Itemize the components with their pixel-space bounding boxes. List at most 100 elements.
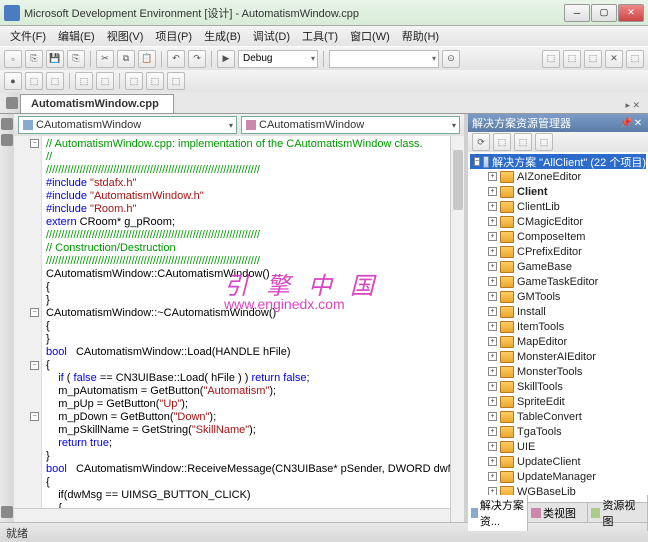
expand-icon[interactable]: + (488, 352, 497, 361)
expand-icon[interactable]: + (488, 307, 497, 316)
panel-tab-class[interactable]: 类视图 (528, 503, 588, 523)
tool-e[interactable]: ⬚ (626, 50, 644, 68)
project-node[interactable]: +MonsterTools (470, 364, 646, 379)
play-button[interactable]: ▶ (217, 50, 235, 68)
expand-icon[interactable]: + (488, 172, 497, 181)
t2-b[interactable]: ⬚ (46, 72, 64, 90)
project-node[interactable]: +UIE (470, 439, 646, 454)
bp-button[interactable]: ● (4, 72, 22, 90)
copy-button[interactable]: ⧉ (117, 50, 135, 68)
expand-icon[interactable]: + (488, 337, 497, 346)
project-node[interactable]: +GameBase (470, 259, 646, 274)
expand-icon[interactable]: + (488, 412, 497, 421)
solution-root[interactable]: −解决方案 "AllClient" (22 个项目) (470, 154, 646, 169)
project-node[interactable]: +CMagicEditor (470, 214, 646, 229)
code-editor[interactable]: − − − − // AutomatismWindow.cpp: impleme… (14, 136, 464, 522)
t2-f[interactable]: ⬚ (146, 72, 164, 90)
minimize-button[interactable]: ─ (564, 4, 590, 22)
expand-icon[interactable]: + (488, 472, 497, 481)
save-button[interactable]: 💾 (46, 50, 64, 68)
horizontal-scrollbar[interactable] (14, 508, 450, 522)
project-node[interactable]: +TableConvert (470, 409, 646, 424)
expand-icon[interactable]: + (488, 277, 497, 286)
tool-c[interactable]: ⬚ (584, 50, 602, 68)
t2-a[interactable]: ⬚ (25, 72, 43, 90)
tab-list-icon[interactable] (6, 97, 18, 109)
project-node[interactable]: +UpdateManager (470, 469, 646, 484)
tool-b[interactable]: ⬚ (563, 50, 581, 68)
maximize-button[interactable]: ▢ (591, 4, 617, 22)
menu-item[interactable]: 调试(D) (247, 26, 296, 46)
fold-icon[interactable]: − (30, 308, 39, 317)
props-button[interactable]: ⬚ (514, 133, 532, 151)
menu-item[interactable]: 生成(B) (198, 26, 247, 46)
fold-icon[interactable]: − (30, 412, 39, 421)
menu-item[interactable]: 帮助(H) (396, 26, 445, 46)
refresh-button[interactable]: ⟳ (472, 133, 490, 151)
tool-a[interactable]: ⬚ (542, 50, 560, 68)
expand-icon[interactable]: + (488, 457, 497, 466)
panel-tab-resource[interactable]: 资源视图 (588, 495, 648, 531)
project-node[interactable]: +SkillTools (470, 379, 646, 394)
project-node[interactable]: +ItemTools (470, 319, 646, 334)
class-combo[interactable]: CAutomatismWindow (18, 116, 237, 134)
expand-icon[interactable]: + (488, 262, 497, 271)
redo-button[interactable]: ↷ (188, 50, 206, 68)
undo-button[interactable]: ↶ (167, 50, 185, 68)
menu-item[interactable]: 项目(P) (149, 26, 198, 46)
solution-tree[interactable]: −解决方案 "AllClient" (22 个项目)+AIZoneEditor+… (468, 152, 648, 502)
expand-icon[interactable]: + (488, 442, 497, 451)
tabs-overflow-icon[interactable]: ▸ ✕ (621, 98, 644, 113)
expand-icon[interactable]: + (488, 292, 497, 301)
find-button[interactable]: ⊙ (442, 50, 460, 68)
project-node[interactable]: +AIZoneEditor (470, 169, 646, 184)
project-node[interactable]: +UpdateClient (470, 454, 646, 469)
project-node[interactable]: +ComposeItem (470, 229, 646, 244)
paste-button[interactable]: 📋 (138, 50, 156, 68)
server-icon[interactable] (1, 134, 13, 146)
scroll-thumb[interactable] (453, 150, 463, 210)
panel-pin-icon[interactable]: 📌 (620, 118, 632, 129)
tool-d[interactable]: ✕ (605, 50, 623, 68)
t2-e[interactable]: ⬚ (125, 72, 143, 90)
expand-icon[interactable]: + (488, 382, 497, 391)
menu-item[interactable]: 视图(V) (101, 26, 150, 46)
expand-icon[interactable]: + (488, 187, 497, 196)
menu-item[interactable]: 文件(F) (4, 26, 52, 46)
tab-active[interactable]: AutomatismWindow.cpp (20, 94, 174, 113)
t2-c[interactable]: ⬚ (75, 72, 93, 90)
project-node[interactable]: +MonsterAIEditor (470, 349, 646, 364)
panel-tab-solution[interactable]: 解决方案资... (468, 495, 528, 531)
project-node[interactable]: +Client (470, 184, 646, 199)
props-icon[interactable] (1, 506, 13, 518)
project-node[interactable]: +ClientLib (470, 199, 646, 214)
project-node[interactable]: +SpriteEdit (470, 394, 646, 409)
menu-item[interactable]: 工具(T) (296, 26, 344, 46)
menu-item[interactable]: 窗口(W) (344, 26, 396, 46)
saveall-button[interactable]: ⎘ (67, 50, 85, 68)
expand-icon[interactable]: + (488, 247, 497, 256)
project-node[interactable]: +Install (470, 304, 646, 319)
panel-close-icon[interactable]: ✕ (632, 118, 644, 129)
expand-icon[interactable]: − (474, 157, 480, 166)
fold-icon[interactable]: − (30, 361, 39, 370)
fold-icon[interactable]: − (30, 139, 39, 148)
expand-icon[interactable]: + (488, 322, 497, 331)
project-node[interactable]: +TgaTools (470, 424, 646, 439)
project-node[interactable]: +CPrefixEditor (470, 244, 646, 259)
new-button[interactable]: ▫ (4, 50, 22, 68)
t2-g[interactable]: ⬚ (167, 72, 185, 90)
expand-icon[interactable]: + (488, 217, 497, 226)
expand-icon[interactable]: + (488, 367, 497, 376)
project-node[interactable]: +GameTaskEditor (470, 274, 646, 289)
t2-d[interactable]: ⬚ (96, 72, 114, 90)
project-node[interactable]: +GMTools (470, 289, 646, 304)
member-combo[interactable]: CAutomatismWindow (241, 116, 460, 134)
code-content[interactable]: // AutomatismWindow.cpp: implementation … (46, 138, 450, 522)
cut-button[interactable]: ✂ (96, 50, 114, 68)
menu-item[interactable]: 编辑(E) (52, 26, 101, 46)
config-dropdown[interactable]: Debug (238, 50, 318, 68)
project-node[interactable]: +MapEditor (470, 334, 646, 349)
open-button[interactable]: ⎘ (25, 50, 43, 68)
expand-icon[interactable]: + (488, 232, 497, 241)
